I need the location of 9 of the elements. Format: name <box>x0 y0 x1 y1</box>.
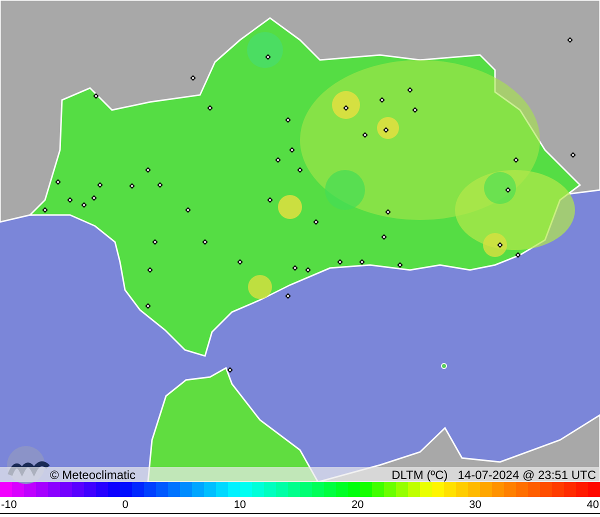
timestamp: 14-07-2024 @ 23:51 UTC <box>458 468 596 482</box>
scale-label: -10 <box>1 499 17 511</box>
scale-label: 0 <box>122 499 128 511</box>
scale-label: 20 <box>351 499 364 511</box>
scale-label: 10 <box>234 499 246 511</box>
scale-label: 40 <box>586 499 599 511</box>
scale-label: 30 <box>469 499 482 511</box>
credit-text: © Meteoclimatic <box>50 468 136 482</box>
variable-label: DLTM (ºC) <box>392 468 448 482</box>
